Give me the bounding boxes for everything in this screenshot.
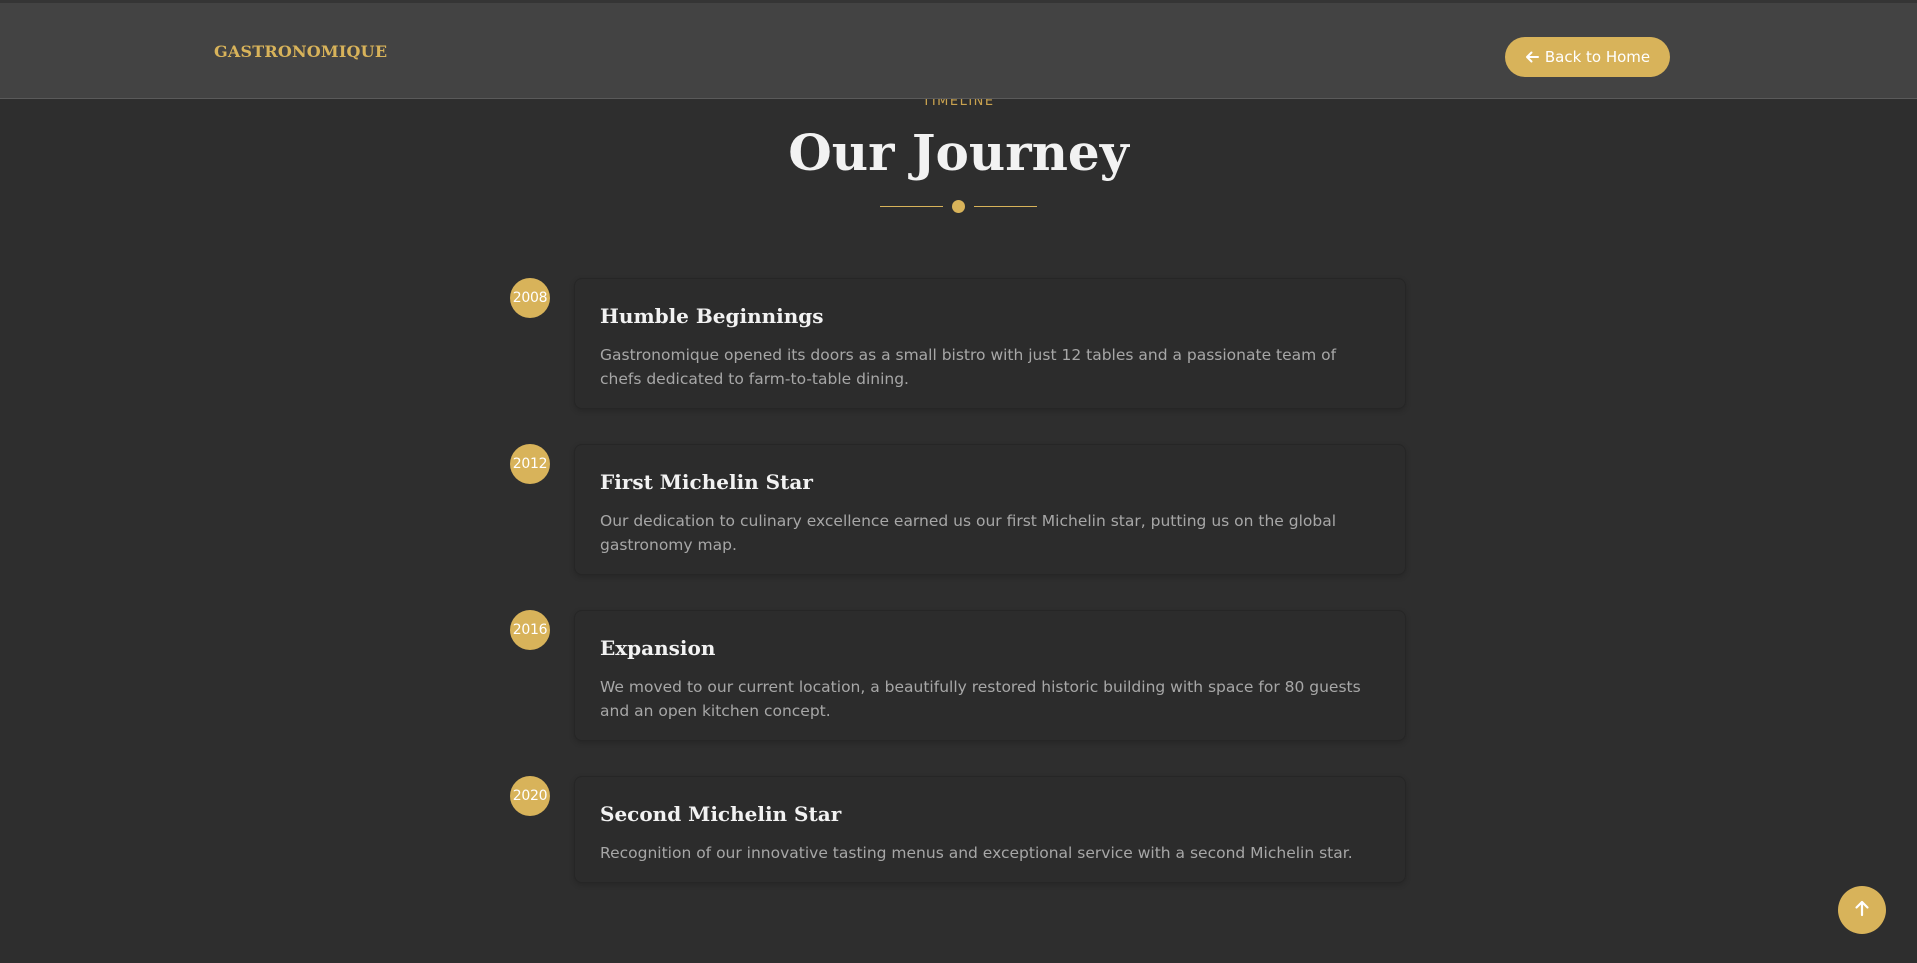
brand-logo[interactable]: GASTRONOMIQUE: [214, 42, 387, 61]
card-title: First Michelin Star: [600, 470, 813, 494]
timeline: 2008 Humble Beginnings Gastronomique ope…: [0, 0, 1917, 963]
back-to-home-button[interactable]: Back to Home: [1505, 37, 1670, 77]
timeline-card: First Michelin Star Our dedication to cu…: [574, 444, 1406, 575]
scroll-to-top-button[interactable]: [1838, 886, 1886, 934]
timeline-card: Expansion We moved to our current locati…: [574, 610, 1406, 741]
card-title: Second Michelin Star: [600, 802, 842, 826]
timeline-card: Second Michelin Star Recognition of our …: [574, 776, 1406, 883]
card-text: Our dedication to culinary excellence ea…: [600, 512, 1337, 554]
card-text: We moved to our current location, a beau…: [600, 678, 1361, 720]
card-title: Humble Beginnings: [600, 304, 824, 328]
year-badge: 2020: [510, 776, 550, 816]
top-navbar: GASTRONOMIQUE Back to Home: [0, 0, 1917, 99]
back-to-home-label: Back to Home: [1544, 48, 1651, 66]
arrow-up-icon: [1853, 899, 1871, 921]
timeline-card: Humble Beginnings Gastronomique opened i…: [574, 278, 1406, 409]
year-badge: 2012: [510, 444, 550, 484]
card-text: Recognition of our innovative tasting me…: [600, 844, 1353, 862]
arrow-left-icon: [1525, 50, 1539, 64]
year-badge: 2008: [510, 278, 550, 318]
card-text: Gastronomique opened its doors as a smal…: [600, 346, 1337, 388]
card-title: Expansion: [600, 636, 716, 660]
year-badge: 2016: [510, 610, 550, 650]
